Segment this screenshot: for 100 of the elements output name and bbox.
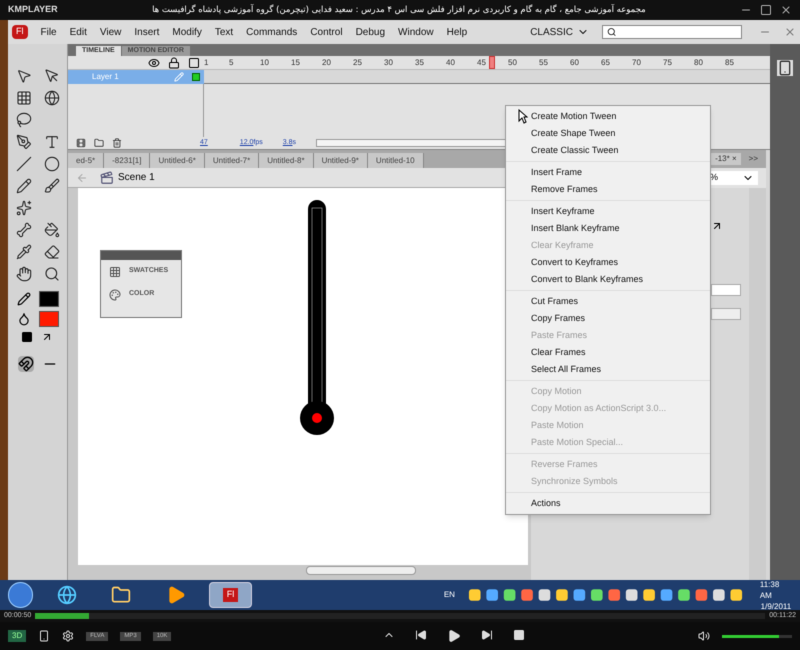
stroke-color-icon bbox=[16, 292, 30, 306]
bone-tool-icon[interactable] bbox=[16, 222, 32, 238]
transform-tool-icon[interactable] bbox=[16, 90, 32, 106]
frame-number: 65 bbox=[601, 56, 610, 68]
line-tool-icon[interactable] bbox=[16, 156, 32, 172]
document-tab[interactable]: Untitled-6* bbox=[150, 153, 205, 168]
menu-item[interactable]: Actions bbox=[506, 495, 710, 512]
previous-icon[interactable] bbox=[415, 629, 428, 641]
stop-icon[interactable] bbox=[513, 629, 526, 641]
frame-number: 75 bbox=[663, 56, 672, 68]
selection-tool-icon[interactable] bbox=[16, 68, 32, 84]
pen-tool-icon[interactable] bbox=[16, 134, 32, 150]
color-swatch[interactable] bbox=[38, 291, 58, 307]
stage-scrollbar[interactable] bbox=[306, 566, 416, 575]
menu-item[interactable]: Insert Blank Keyframe bbox=[506, 220, 710, 237]
text-tool-icon[interactable] bbox=[44, 134, 60, 150]
input-field[interactable] bbox=[711, 284, 741, 296]
menu-item[interactable]: Insert Frame bbox=[506, 164, 710, 181]
menu-item[interactable]: Cut Frames bbox=[506, 293, 710, 310]
menu-item[interactable]: Modify bbox=[172, 24, 202, 40]
menu-item[interactable]: Control bbox=[310, 24, 343, 40]
eraser-tool-icon[interactable] bbox=[44, 244, 60, 260]
new-layer-icon[interactable] bbox=[76, 138, 86, 148]
more-tabs-button[interactable]: >> bbox=[748, 153, 758, 165]
menu-item[interactable]: Debug bbox=[356, 24, 386, 40]
menu-item[interactable]: Window bbox=[398, 24, 434, 40]
panel-scrollbar[interactable] bbox=[749, 188, 766, 580]
menu-item[interactable]: Text bbox=[214, 24, 234, 40]
seek-bar[interactable] bbox=[35, 613, 766, 619]
menu-item[interactable]: Remove Frames bbox=[506, 181, 710, 198]
document-tab[interactable]: Untitled-9* bbox=[314, 153, 368, 168]
3d-rotation-tool-icon[interactable] bbox=[44, 90, 60, 106]
lasso-tool-icon[interactable] bbox=[16, 112, 32, 128]
panel-icon[interactable] bbox=[777, 60, 793, 76]
start-button[interactable] bbox=[8, 582, 34, 608]
menu-item[interactable]: Create Classic Tween bbox=[506, 142, 710, 159]
folder-icon[interactable] bbox=[94, 138, 104, 148]
hand-tool-icon[interactable] bbox=[16, 266, 32, 282]
menu-item[interactable]: Copy Frames bbox=[506, 310, 710, 327]
document-tab[interactable]: Untitled-10 bbox=[368, 153, 424, 168]
playhead[interactable] bbox=[489, 56, 496, 69]
frame-number: 5 bbox=[229, 56, 234, 68]
frame-number: 35 bbox=[415, 56, 424, 68]
3d-button[interactable]: 3D bbox=[8, 630, 26, 642]
menu-item[interactable]: Create Shape Tween bbox=[506, 125, 710, 142]
trash-icon[interactable] bbox=[112, 138, 122, 148]
menu-item[interactable]: Commands bbox=[246, 24, 298, 40]
deco-tool-icon[interactable] bbox=[16, 200, 32, 216]
volume-slider[interactable] bbox=[722, 634, 792, 638]
document-tab[interactable]: ed-5* bbox=[68, 153, 104, 168]
eye-icon[interactable] bbox=[148, 56, 160, 68]
menu-item[interactable]: Convert to Blank Keyframes bbox=[506, 271, 710, 288]
zoom-tool-icon[interactable] bbox=[44, 266, 60, 282]
eyedropper-tool-icon[interactable] bbox=[16, 244, 32, 260]
frame-number: 70 bbox=[632, 56, 641, 68]
thermometer-drawing[interactable] bbox=[300, 200, 336, 436]
taskbar-app[interactable]: Fl bbox=[209, 582, 252, 608]
menu-item[interactable]: Clear Frames bbox=[506, 344, 710, 361]
document-tab[interactable]: -8231[1] bbox=[104, 153, 150, 168]
menu-item[interactable]: File bbox=[40, 24, 57, 40]
browser-icon bbox=[56, 585, 77, 605]
snap-magnet-icon[interactable] bbox=[18, 356, 34, 372]
maximize-icon[interactable] bbox=[760, 4, 772, 16]
default-colors-icon[interactable] bbox=[20, 331, 32, 343]
frame-number: 40 bbox=[446, 56, 455, 68]
next-icon[interactable] bbox=[481, 629, 494, 641]
paint-bucket-tool-icon[interactable] bbox=[44, 222, 60, 238]
subselection-tool-icon[interactable] bbox=[44, 68, 60, 84]
pencil-tool-icon[interactable] bbox=[16, 178, 32, 194]
workspace-dropdown[interactable]: CLASSIC bbox=[530, 24, 589, 40]
brush-tool-icon[interactable] bbox=[44, 178, 60, 194]
window-title: مجموعه آموزشی جامع ، گام به گام و کاربردی نرم افزار فلش سی اس ۴ مدرس : سعید فدایی (تیچرمن) گروه آموزشی پادشاه گرافیست ها bbox=[151, 4, 647, 16]
close-icon[interactable] bbox=[780, 4, 792, 16]
menu-item[interactable]: View bbox=[100, 24, 122, 40]
document-tab[interactable]: -13* × bbox=[711, 153, 741, 165]
document-tab[interactable]: Untitled-8* bbox=[259, 153, 314, 168]
menu-item[interactable]: Insert Keyframe bbox=[506, 203, 710, 220]
oval-tool-icon[interactable] bbox=[44, 156, 60, 172]
menu-item[interactable]: Create Motion Tween bbox=[506, 108, 710, 125]
link-icon[interactable] bbox=[711, 220, 723, 232]
lock-icon[interactable] bbox=[168, 56, 180, 68]
settings-icon[interactable] bbox=[62, 630, 74, 642]
search-field[interactable] bbox=[602, 25, 742, 39]
menu-item[interactable]: Help bbox=[446, 24, 468, 40]
volume-icon[interactable] bbox=[698, 630, 710, 642]
document-tab[interactable]: Untitled-7* bbox=[204, 153, 260, 168]
outline-icon[interactable] bbox=[188, 56, 200, 68]
menu-item[interactable]: Select All Frames bbox=[506, 361, 710, 378]
frame-number: 15 bbox=[291, 56, 300, 68]
menu-item[interactable]: Insert bbox=[134, 24, 160, 40]
color-swatch[interactable] bbox=[38, 311, 58, 327]
dropdown-field[interactable] bbox=[711, 308, 741, 320]
stage-canvas[interactable] bbox=[78, 188, 528, 565]
frame-number: 10 bbox=[260, 56, 269, 68]
app-logo[interactable]: Fl bbox=[12, 25, 28, 39]
search-icon bbox=[606, 27, 616, 37]
menu-item[interactable]: Convert to Keyframes bbox=[506, 254, 710, 271]
play-icon[interactable] bbox=[447, 629, 462, 643]
language-indicator[interactable]: EN bbox=[444, 589, 455, 601]
menu-item[interactable]: Edit bbox=[70, 24, 87, 40]
